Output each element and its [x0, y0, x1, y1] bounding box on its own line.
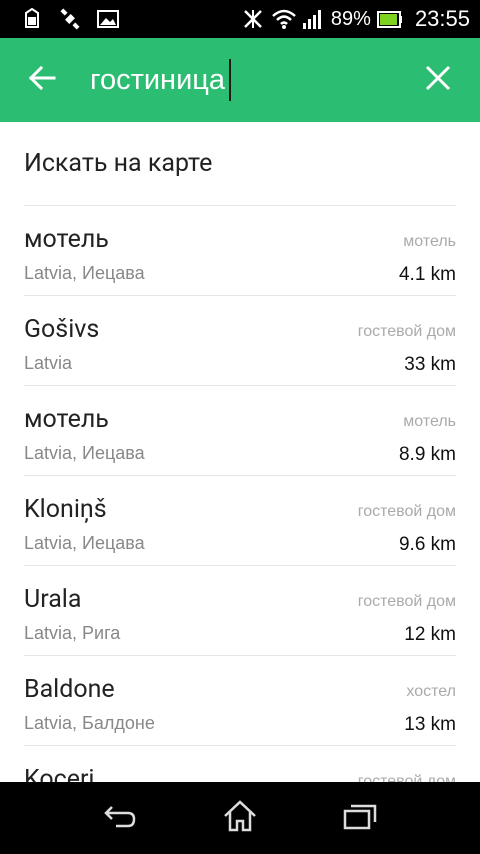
- result-name: Baldone: [24, 675, 115, 704]
- search-on-map-item[interactable]: Искать на карте: [24, 122, 456, 206]
- sim-card-icon: [20, 7, 44, 31]
- arrow-left-icon: [28, 64, 56, 96]
- result-name: Gošivs: [24, 315, 100, 344]
- wifi-icon: [271, 7, 296, 31]
- search-toolbar: гостиница: [0, 38, 480, 122]
- recent-apps-icon: [342, 801, 378, 835]
- text-caret: [229, 59, 232, 101]
- result-type: гостевой дом: [357, 593, 456, 610]
- nav-home-button[interactable]: [200, 782, 280, 854]
- satellite-icon: [58, 7, 82, 31]
- image-icon: [96, 7, 120, 31]
- nav-recent-apps-button[interactable]: [320, 782, 400, 854]
- result-item[interactable]: Kloniņš Latvia, Иецава гостевой дом 9.6 …: [24, 476, 456, 566]
- result-distance: 12 km: [404, 624, 456, 645]
- status-right: 89% 23:55: [241, 6, 470, 32]
- result-name: мотель: [24, 405, 109, 434]
- result-item[interactable]: Baldone Latvia, Балдоне хостел 13 km: [24, 656, 456, 746]
- nfc-off-icon: [241, 7, 265, 31]
- battery-percent: 89%: [330, 7, 371, 30]
- result-item[interactable]: мотель Latvia, Иецава мотель 8.9 km: [24, 386, 456, 476]
- signal-icon: [301, 7, 325, 31]
- result-location: Latvia, Иецава: [24, 443, 145, 463]
- result-distance: 9.6 km: [398, 534, 456, 555]
- result-location: Latvia, Иецава: [24, 533, 145, 553]
- result-type: мотель: [403, 413, 456, 430]
- system-nav-bar: [0, 782, 480, 854]
- result-distance: 13 km: [404, 714, 456, 735]
- battery-icon: [376, 7, 402, 31]
- result-name: Koceri: [24, 765, 95, 783]
- result-distance: 8.9 km: [398, 444, 456, 465]
- nav-back-button[interactable]: [80, 782, 160, 854]
- result-item[interactable]: Gošivs Latvia гостевой дом 33 km: [24, 296, 456, 386]
- results-list: мотель Latvia, Иецава мотель 4.1 km Goši…: [24, 206, 456, 782]
- close-icon: [424, 64, 452, 96]
- result-name: Urala: [24, 585, 82, 614]
- clock: 23:55: [414, 6, 470, 31]
- result-location: Latvia, Балдоне: [24, 713, 155, 733]
- result-type: мотель: [403, 233, 456, 250]
- result-distance: 33 km: [404, 354, 456, 375]
- result-location: Latvia, Рига: [24, 623, 121, 643]
- result-type: гостевой дом: [357, 773, 456, 782]
- search-input[interactable]: гостиница: [84, 38, 396, 122]
- result-item[interactable]: Urala Latvia, Рига гостевой дом 12 km: [24, 566, 456, 656]
- search-query: гостиница: [90, 63, 226, 96]
- result-type: гостевой дом: [357, 323, 456, 340]
- result-location: Latvia: [24, 353, 73, 373]
- search-on-map-label: Искать на карте: [24, 149, 213, 178]
- back-icon: [102, 801, 138, 835]
- home-icon: [222, 799, 258, 837]
- result-name: Kloniņš: [24, 495, 107, 524]
- result-item[interactable]: мотель Latvia, Иецава мотель 4.1 km: [24, 206, 456, 296]
- status-bar: 89% 23:55: [0, 0, 480, 38]
- result-item[interactable]: Koceri гостевой дом: [24, 746, 456, 783]
- clear-search-button[interactable]: [396, 38, 480, 122]
- result-name: мотель: [24, 225, 109, 254]
- back-button[interactable]: [0, 38, 84, 122]
- result-distance: 4.1 km: [398, 264, 456, 285]
- result-location: Latvia, Иецава: [24, 263, 145, 283]
- search-results-panel: Искать на карте мотель Latvia, Иецава мо…: [0, 122, 480, 782]
- result-type: хостел: [406, 683, 456, 700]
- result-type: гостевой дом: [357, 503, 456, 520]
- status-left: [20, 7, 120, 31]
